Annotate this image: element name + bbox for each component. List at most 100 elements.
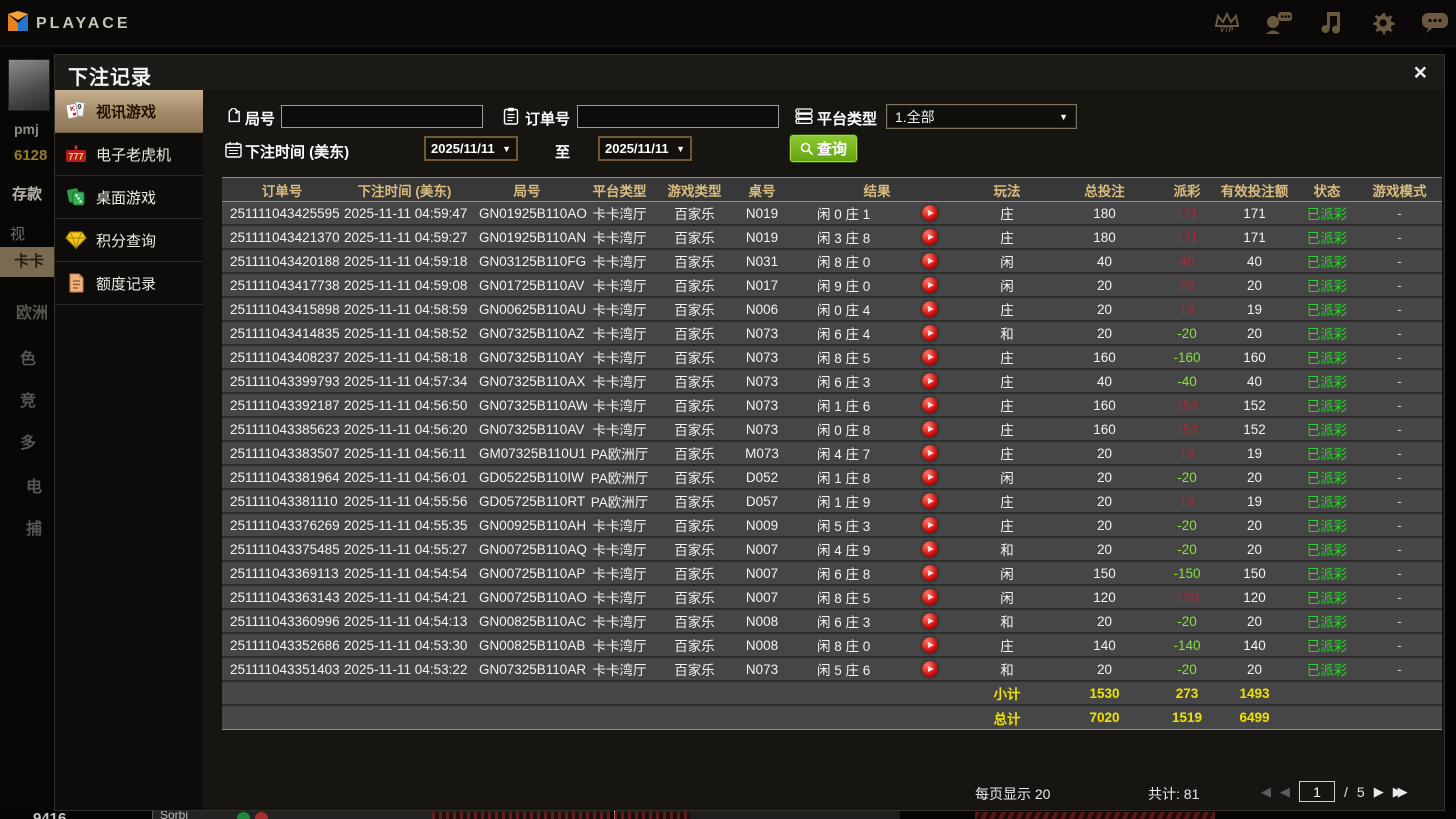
cell-bet: 140 xyxy=(1093,637,1116,653)
cell-table: N073 xyxy=(745,373,779,389)
music-icon[interactable] xyxy=(1314,6,1348,40)
cell-play: 庄 xyxy=(1000,495,1014,510)
sidebar-item[interactable]: 桌面游戏 xyxy=(55,176,203,219)
play-button[interactable] xyxy=(922,637,939,653)
cell-play: 和 xyxy=(1000,543,1014,558)
cell-result: 闲 0 庄 8 xyxy=(787,419,967,439)
play-button[interactable] xyxy=(922,469,939,485)
cell-payout: 19 xyxy=(1179,445,1195,461)
cell-status: 已派彩 xyxy=(1306,399,1348,414)
cell-platform: 卡卡湾厅 xyxy=(592,327,647,342)
play-button[interactable] xyxy=(922,517,939,533)
cell-table: N073 xyxy=(745,421,779,437)
last-page-icon[interactable]: ▶▶ xyxy=(1393,784,1408,800)
result-text: 闲 0 庄 4 xyxy=(817,303,871,318)
play-button[interactable] xyxy=(922,589,939,605)
cell-valid: 150 xyxy=(1243,565,1266,581)
cell-payout: 120 xyxy=(1175,589,1199,605)
cell-bet: 160 xyxy=(1093,349,1116,365)
next-page-icon[interactable]: ▶ xyxy=(1374,784,1384,800)
cell-valid: 171 xyxy=(1243,229,1266,245)
cell-game: 百家乐 xyxy=(674,423,715,438)
play-button[interactable] xyxy=(922,445,939,461)
cell-status: 已派彩 xyxy=(1306,207,1348,222)
cell-time: 2025-11-11 04:58:52 xyxy=(344,325,467,341)
cell-payout: 152 xyxy=(1175,397,1199,413)
cell-round: GD05725B110RT xyxy=(479,493,586,509)
cell-table: N007 xyxy=(745,541,779,557)
table-row: 251111043363143 2025-11-11 04:54:21 GN0072… xyxy=(222,586,1442,610)
close-icon[interactable]: × xyxy=(1414,58,1427,86)
date-from-picker[interactable]: 2025/11/11 ▼ xyxy=(424,136,518,161)
cell-mode: - xyxy=(1397,205,1402,221)
play-button[interactable] xyxy=(922,565,939,581)
background-active-category: 卡卡 xyxy=(0,247,55,277)
play-button[interactable] xyxy=(922,325,939,341)
sidebar-item[interactable]: 777 电子老虎机 xyxy=(55,133,203,176)
result-text: 闲 8 庄 0 xyxy=(817,255,871,270)
result-text: 闲 1 庄 6 xyxy=(817,399,871,414)
cell-round: GN03125B110FG xyxy=(479,253,587,269)
total-label: 总计 xyxy=(993,711,1021,727)
column-header: 结果 xyxy=(863,183,891,199)
sidebar-item[interactable]: 9 K ♥ 视讯游戏 xyxy=(55,90,214,133)
play-button[interactable] xyxy=(922,541,939,557)
cell-table: N073 xyxy=(745,349,779,365)
sidebar-item[interactable]: 积分查询 xyxy=(55,219,203,262)
round-input[interactable] xyxy=(281,105,483,128)
play-button[interactable] xyxy=(922,301,939,317)
cell-payout: -20 xyxy=(1177,613,1197,629)
result-text: 闲 1 庄 9 xyxy=(817,495,871,510)
play-button[interactable] xyxy=(922,493,939,509)
cell-result: 闲 1 庄 8 xyxy=(787,467,967,487)
cell-game: 百家乐 xyxy=(674,615,715,630)
cell-payout: -20 xyxy=(1177,541,1197,557)
cell-round: GN07325B110AV xyxy=(479,421,585,437)
table-row: 251111043352686 2025-11-11 04:53:30 GN0082… xyxy=(222,634,1442,658)
cell-platform: PA欧洲厅 xyxy=(590,495,649,510)
cell-status: 已派彩 xyxy=(1306,663,1348,678)
date-to-picker[interactable]: 2025/11/11 ▼ xyxy=(598,136,692,161)
cell-bet: 20 xyxy=(1096,493,1113,509)
subtotal-row: 小计 1530 273 1493 xyxy=(222,682,1442,706)
play-button[interactable] xyxy=(922,229,939,245)
settings-icon[interactable] xyxy=(1366,6,1400,40)
play-button[interactable] xyxy=(922,349,939,365)
cell-order: 251111043381110 xyxy=(230,493,338,509)
vip-icon[interactable]: VIP xyxy=(1210,6,1244,40)
cell-round: GM07325B110U1 xyxy=(479,445,587,461)
order-label: 订单号 xyxy=(525,111,571,128)
order-input[interactable] xyxy=(577,105,779,128)
date-from-value: 2025/11/11 xyxy=(431,141,495,156)
play-button[interactable] xyxy=(922,613,939,629)
customer-service-icon[interactable] xyxy=(1262,6,1296,40)
play-button[interactable] xyxy=(922,277,939,293)
column-header: 总投注 xyxy=(1084,183,1125,199)
cell-platform: PA欧洲厅 xyxy=(590,447,649,462)
play-button[interactable] xyxy=(922,397,939,413)
cell-time: 2025-11-11 04:55:27 xyxy=(344,541,467,557)
page-input[interactable] xyxy=(1299,781,1335,802)
cell-result: 闲 8 庄 5 xyxy=(787,347,967,367)
prev-page-icon[interactable]: ◀ xyxy=(1280,784,1290,800)
total-valid: 6499 xyxy=(1239,710,1270,725)
play-button[interactable] xyxy=(922,205,939,221)
cell-result: 闲 6 庄 8 xyxy=(787,563,967,583)
cell-time: 2025-11-11 04:54:54 xyxy=(344,565,467,581)
first-page-icon[interactable]: ◀ xyxy=(1261,784,1271,800)
cell-valid: 40 xyxy=(1246,253,1263,269)
play-button[interactable] xyxy=(922,373,939,389)
cell-payout: -140 xyxy=(1173,637,1201,653)
cell-bet: 40 xyxy=(1096,373,1113,389)
play-button[interactable] xyxy=(922,253,939,269)
query-button[interactable]: 查询 xyxy=(789,134,858,163)
platform-select[interactable]: 1.全部 ▼ xyxy=(886,104,1077,129)
table-row: 251111043381110 2025-11-11 04:55:56 GD0572… xyxy=(222,490,1442,514)
table-row: 251111043415898 2025-11-11 04:58:59 GN0062… xyxy=(222,298,1442,322)
sidebar-item-label: 额度记录 xyxy=(96,275,157,293)
sidebar-item[interactable]: 额度记录 xyxy=(55,262,203,305)
cell-status: 已派彩 xyxy=(1306,327,1348,342)
chat-icon[interactable] xyxy=(1418,6,1452,40)
play-button[interactable] xyxy=(922,661,939,677)
play-button[interactable] xyxy=(922,421,939,437)
